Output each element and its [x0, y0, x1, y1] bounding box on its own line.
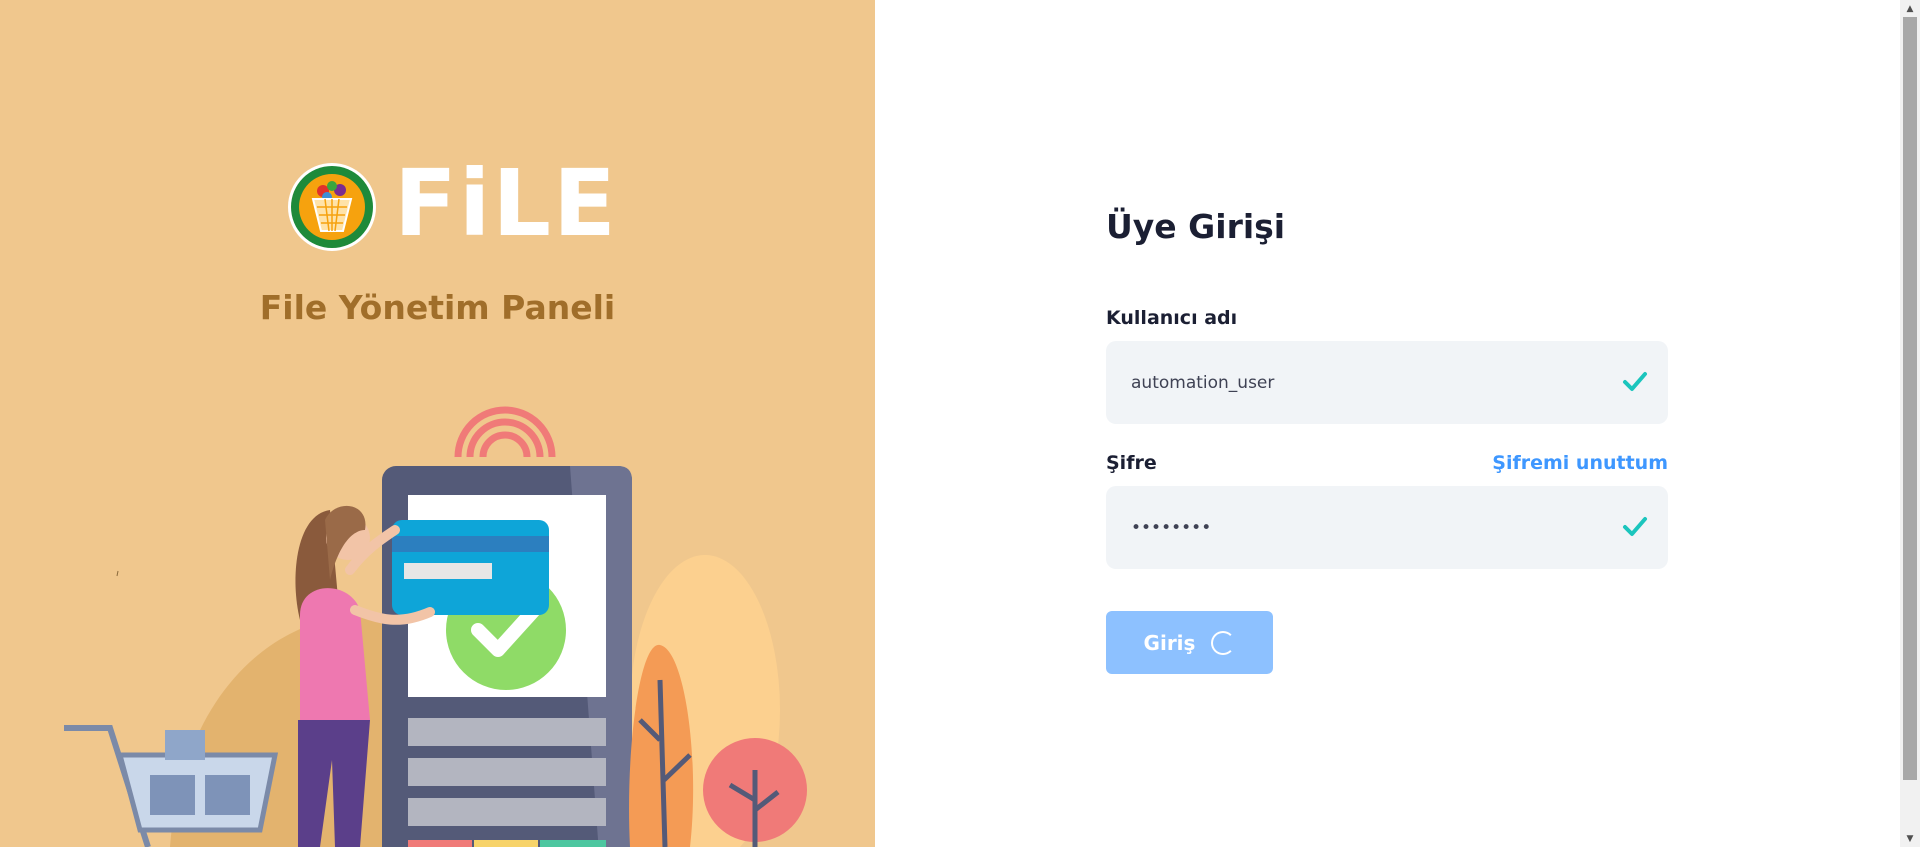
logo-badge-icon — [288, 163, 376, 251]
payment-illustration — [64, 406, 807, 847]
logo: FiLE — [288, 154, 616, 254]
brand-panel: FiLE File Yönetim Paneli — [0, 0, 875, 847]
logo-wordmark: FiLE — [394, 150, 618, 257]
login-button-label: Giriş — [1143, 630, 1196, 655]
page-scrollbar[interactable]: ▲ ▼ — [1900, 0, 1920, 847]
scroll-down-icon[interactable]: ▼ — [1900, 830, 1920, 847]
login-button[interactable]: Giriş — [1106, 611, 1273, 674]
password-input[interactable] — [1131, 517, 1611, 538]
username-field — [1106, 341, 1668, 424]
check-icon — [1623, 372, 1647, 391]
form-title: Üye Girişi — [1106, 207, 1286, 246]
spinner-icon — [1211, 630, 1236, 655]
scroll-up-icon[interactable]: ▲ — [1900, 0, 1920, 17]
scroll-thumb[interactable] — [1903, 17, 1917, 780]
username-input[interactable] — [1131, 372, 1611, 393]
password-label: Şifre — [1106, 452, 1157, 474]
forgot-password-link[interactable]: Şifremi unuttum — [1492, 452, 1668, 474]
password-field — [1106, 486, 1668, 569]
panel-title: File Yönetim Paneli — [259, 288, 616, 327]
check-icon — [1623, 517, 1647, 536]
login-form: Üye Girişi Kullanıcı adı Şifre Şifremi u… — [1106, 200, 1668, 674]
username-label: Kullanıcı adı — [1106, 307, 1238, 329]
